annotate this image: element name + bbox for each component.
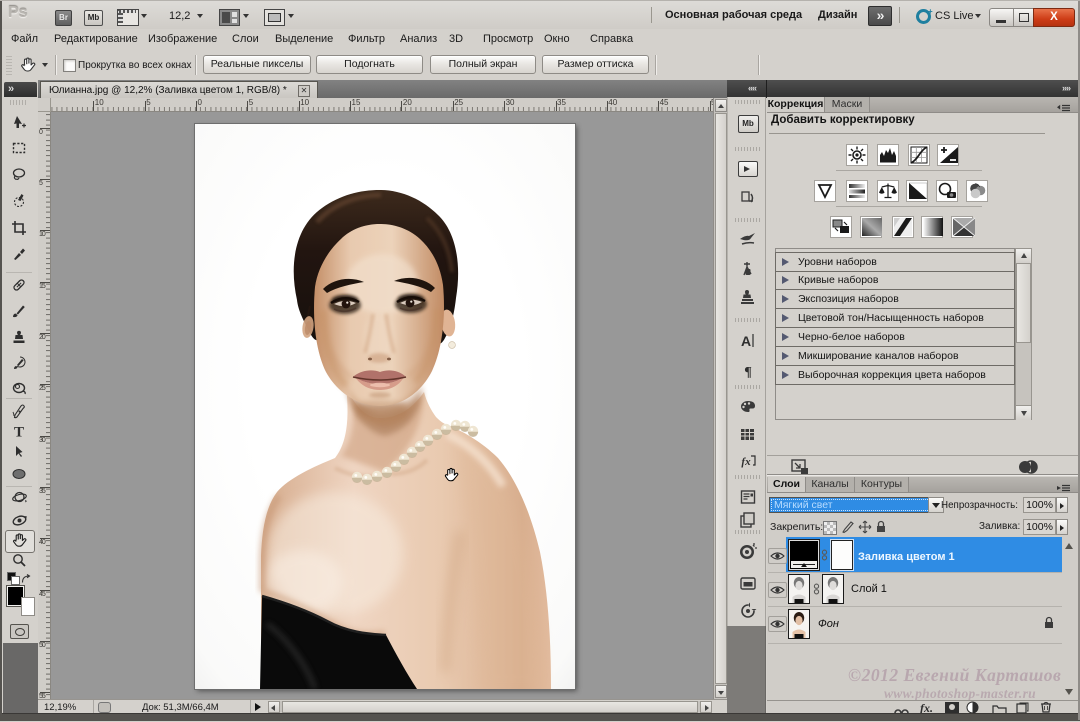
svg-text:¶: ¶ — [744, 365, 752, 380]
svg-text:fx: fx — [741, 456, 751, 468]
svg-text:T: T — [14, 425, 24, 440]
svg-text:A: A — [741, 333, 751, 349]
